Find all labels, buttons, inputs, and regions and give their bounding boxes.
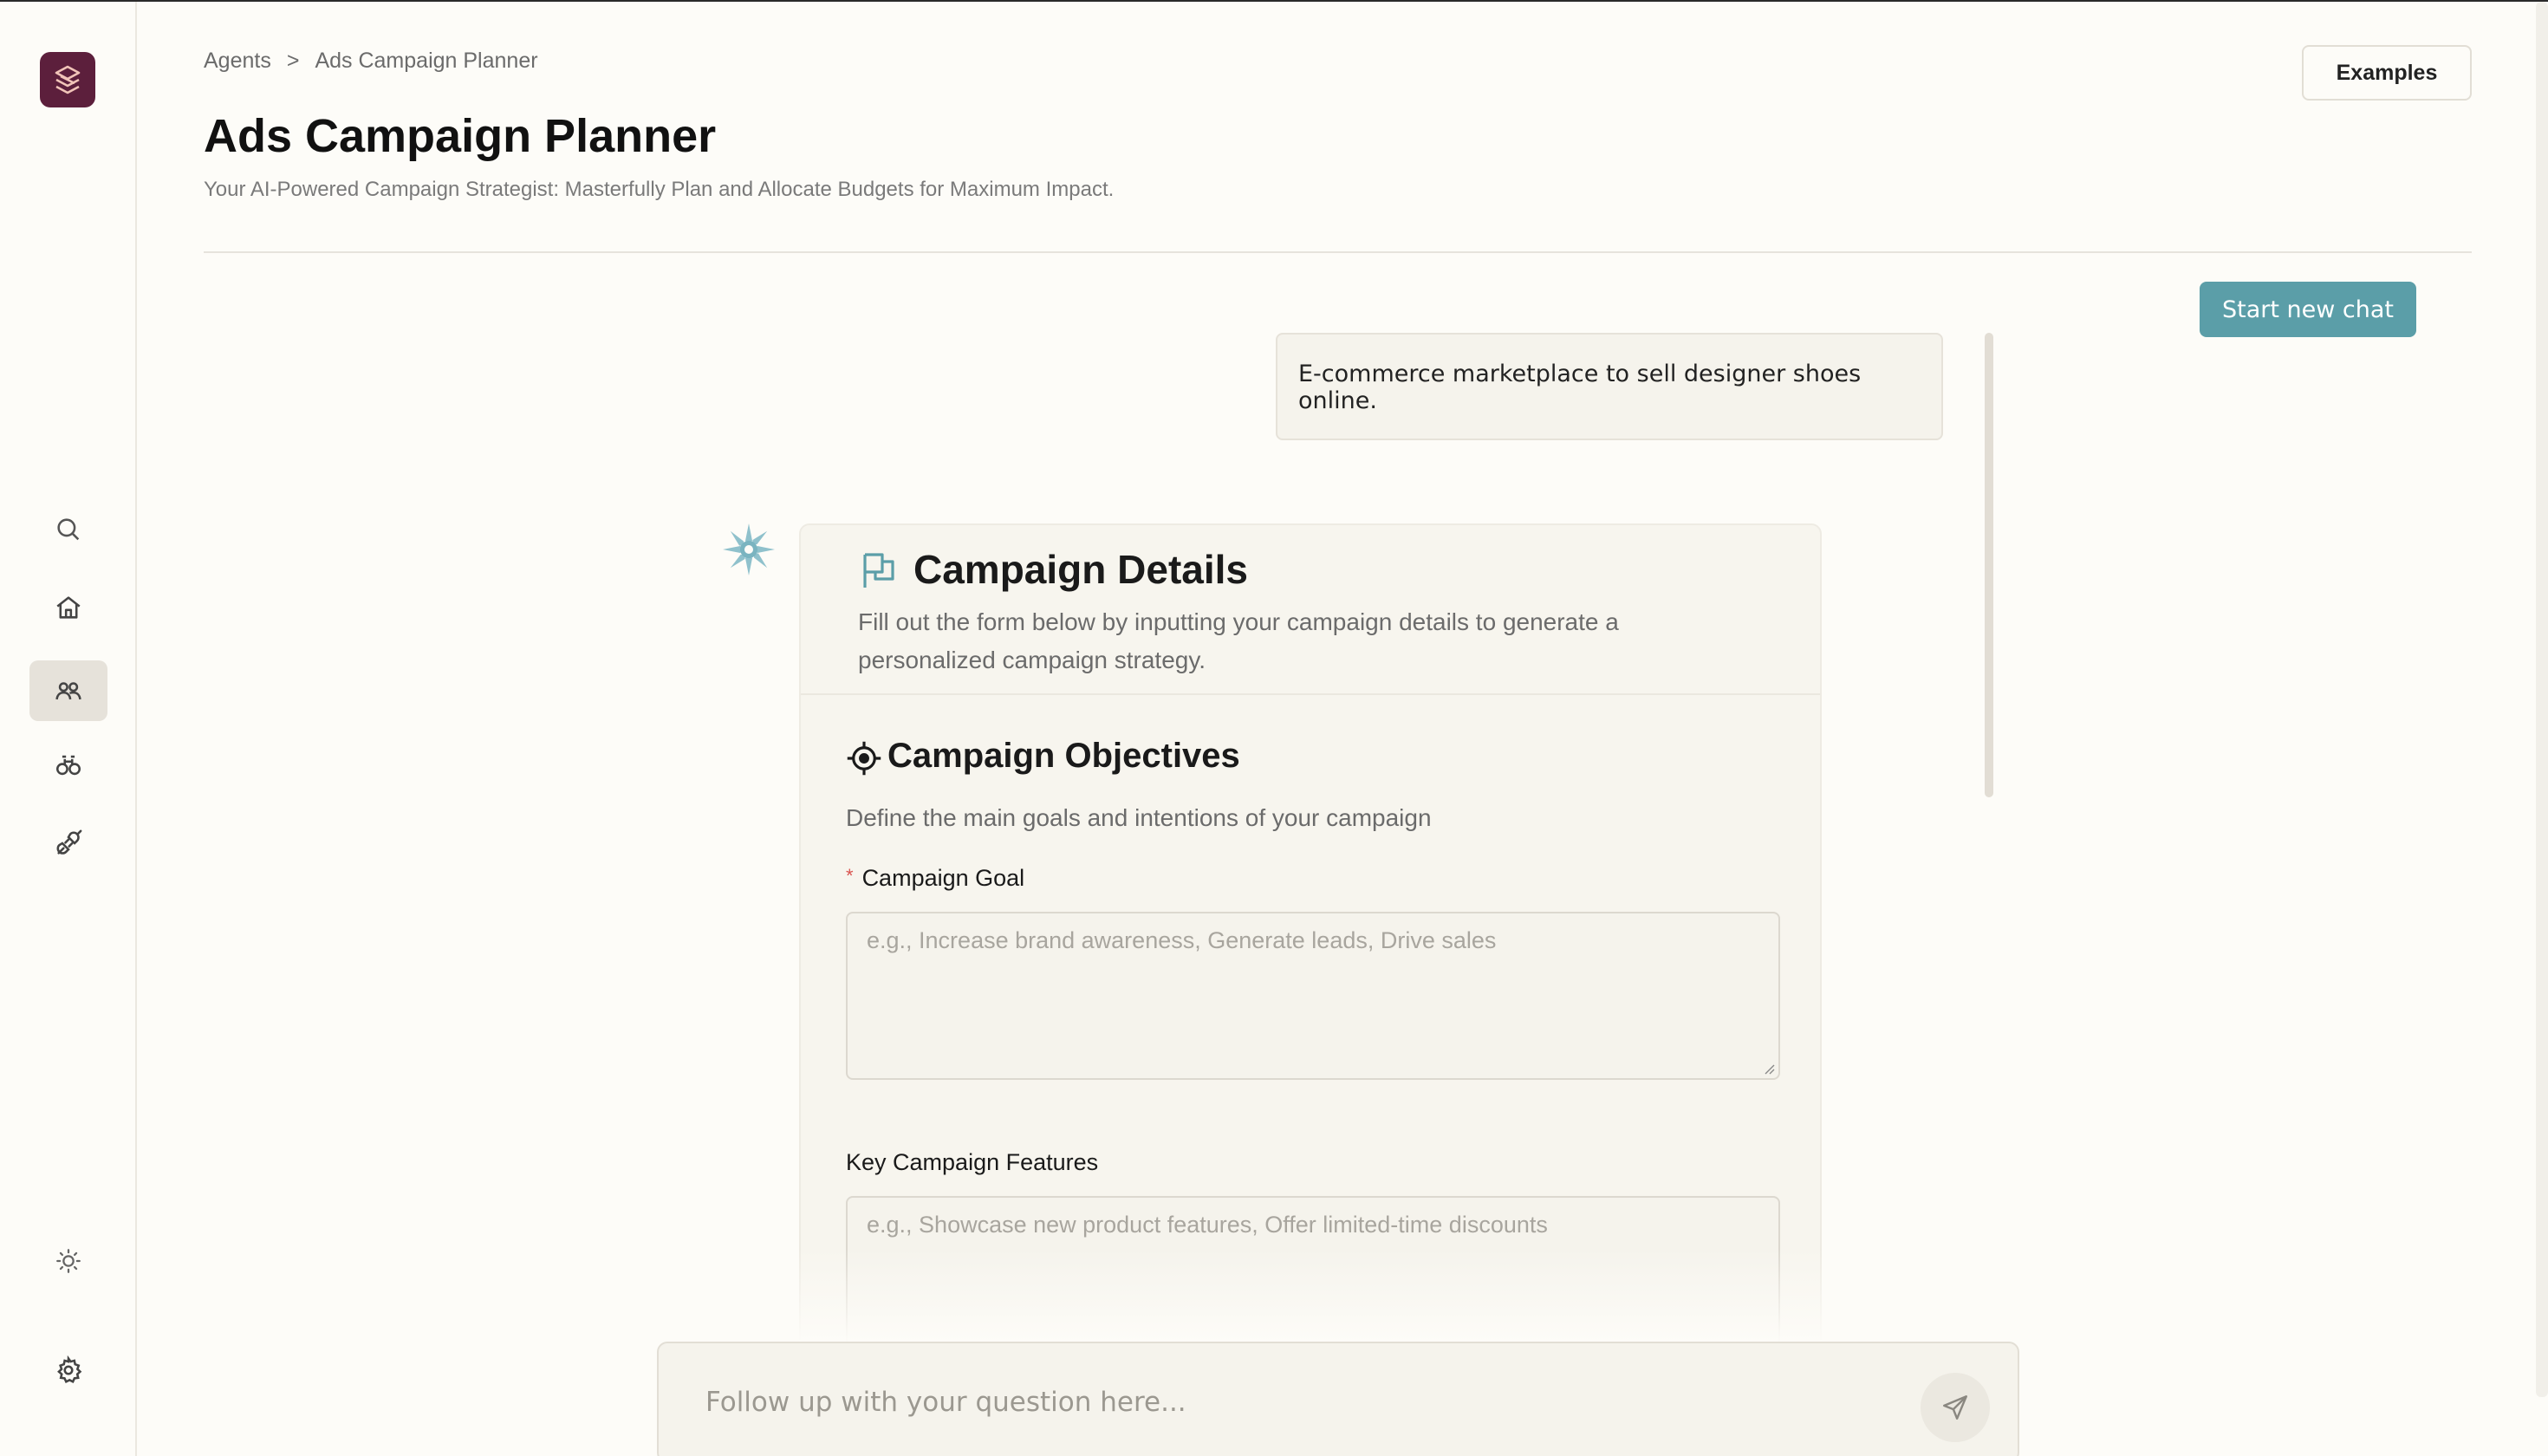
page-scrollbar[interactable] bbox=[2536, 2, 2548, 1397]
card-description: Fill out the form below by inputting you… bbox=[858, 608, 1619, 673]
home-icon[interactable] bbox=[29, 577, 107, 638]
top-border bbox=[0, 0, 2548, 2]
campaign-goal-label: * Campaign Goal bbox=[846, 865, 1024, 892]
campaign-goal-label-text: Campaign Goal bbox=[861, 865, 1025, 891]
section-title: Campaign Objectives bbox=[887, 737, 1240, 775]
binoculars-icon[interactable] bbox=[29, 735, 107, 796]
user-message-text: E-commerce marketplace to sell designer … bbox=[1298, 361, 1862, 414]
header-divider bbox=[204, 251, 2472, 253]
chat-scrollbar[interactable] bbox=[1985, 333, 1993, 797]
flag-icon bbox=[863, 553, 894, 588]
send-icon bbox=[1943, 1395, 1967, 1420]
required-mark: * bbox=[846, 865, 854, 887]
breadcrumb-separator: > bbox=[286, 49, 300, 73]
card-title: Campaign Details bbox=[913, 547, 1248, 592]
scroll-fade bbox=[799, 1248, 1822, 1343]
sidebar bbox=[0, 2, 137, 1456]
user-message: E-commerce marketplace to sell designer … bbox=[1276, 333, 1943, 440]
chat-input-placeholder: Follow up with your question here... bbox=[705, 1387, 1186, 1418]
search-icon[interactable] bbox=[29, 499, 107, 560]
key-features-label-text: Key Campaign Features bbox=[846, 1149, 1099, 1175]
breadcrumb: Agents > Ads Campaign Planner bbox=[204, 49, 538, 74]
logo-icon[interactable] bbox=[40, 52, 95, 107]
chat-input[interactable]: Follow up with your question here... bbox=[657, 1342, 2019, 1456]
card-header: Campaign Details Fill out the form below… bbox=[801, 525, 1820, 695]
breadcrumb-current: Ads Campaign Planner bbox=[315, 49, 538, 73]
examples-button[interactable]: Examples bbox=[2302, 45, 2472, 101]
campaign-goal-placeholder: e.g., Increase brand awareness, Generate… bbox=[867, 927, 1497, 953]
page-title: Ads Campaign Planner bbox=[204, 110, 717, 162]
gear-icon[interactable] bbox=[29, 1340, 107, 1401]
send-button[interactable] bbox=[1921, 1373, 1990, 1442]
page-subtitle: Your AI-Powered Campaign Strategist: Mas… bbox=[204, 178, 1115, 201]
start-new-chat-button[interactable]: Start new chat bbox=[2200, 282, 2416, 337]
assistant-avatar-icon bbox=[721, 522, 777, 577]
plug-icon[interactable] bbox=[29, 813, 107, 874]
breadcrumb-agents-link[interactable]: Agents bbox=[204, 49, 271, 74]
key-features-placeholder: e.g., Showcase new product features, Off… bbox=[867, 1212, 1548, 1238]
agents-icon[interactable] bbox=[29, 660, 107, 721]
sun-icon[interactable] bbox=[29, 1231, 107, 1291]
key-features-label: Key Campaign Features bbox=[846, 1149, 1098, 1176]
resize-handle-icon[interactable] bbox=[1763, 1063, 1775, 1075]
section-description: Define the main goals and intentions of … bbox=[846, 804, 1432, 831]
target-icon bbox=[847, 741, 881, 776]
campaign-goal-textarea[interactable]: e.g., Increase brand awareness, Generate… bbox=[846, 912, 1780, 1080]
